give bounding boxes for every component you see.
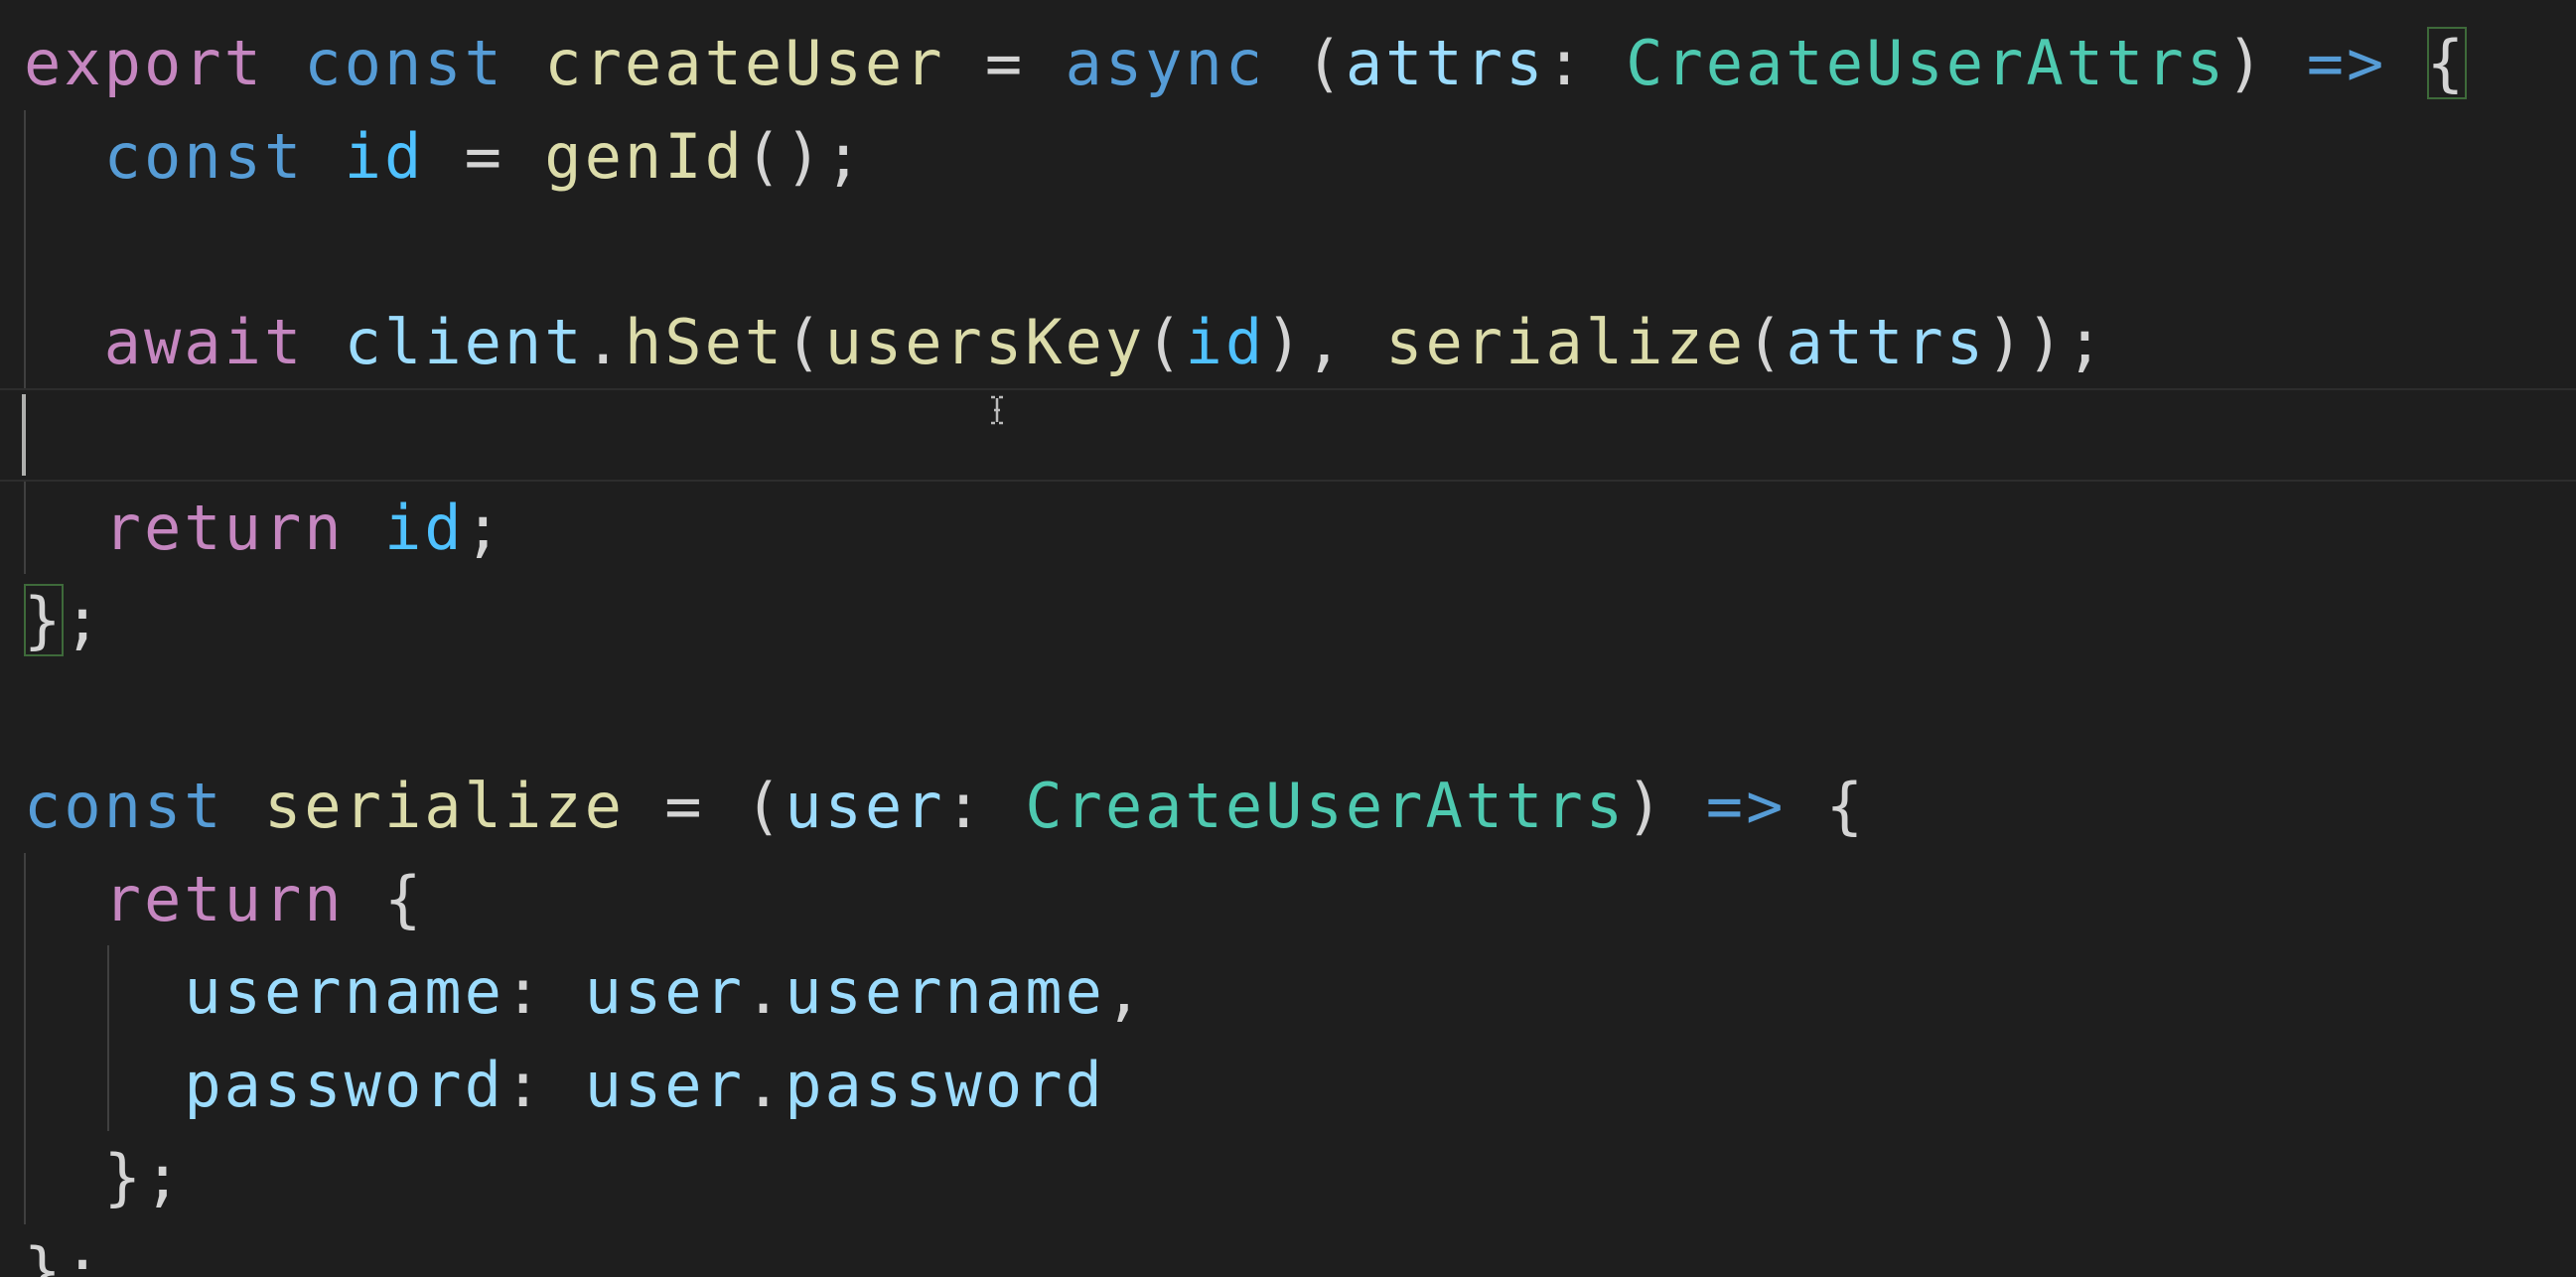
code-token-punct: =: [944, 27, 1066, 99]
code-token-storage: async: [1065, 27, 1306, 99]
code-token-punct: .: [744, 1048, 786, 1121]
code-token-punct: ): [2226, 27, 2307, 99]
code-token-param: attrs: [1786, 305, 1987, 378]
code-line[interactable]: };: [0, 1131, 2576, 1224]
code-line[interactable]: return {: [0, 852, 2576, 945]
code-area[interactable]: export const createUser = async (attrs: …: [0, 17, 2576, 1277]
code-token-punct: = (: [624, 770, 786, 842]
code-line[interactable]: [0, 203, 2576, 296]
code-token-variable: id: [383, 491, 465, 564]
code-token-punct: (: [1305, 27, 1346, 99]
code-token-param: password: [184, 1048, 504, 1121]
code-token-punct: .: [584, 305, 625, 378]
code-token-param: password: [785, 1048, 1105, 1121]
code-token-punct: :: [1545, 27, 1627, 99]
code-line-current[interactable]: [0, 388, 2576, 482]
code-token-param: user: [785, 770, 945, 842]
code-token-punct: ));: [1986, 305, 2107, 378]
code-token-punct: [24, 863, 104, 935]
code-token-function: usersKey: [824, 305, 1146, 378]
indent-guide: [107, 1038, 109, 1131]
code-token-punct: ();: [744, 119, 865, 193]
text-caret: [22, 394, 26, 476]
code-token-punct: (: [785, 305, 825, 378]
code-line[interactable]: password: user.password: [0, 1038, 2576, 1131]
code-token-punct: [24, 955, 184, 1028]
indent-guide: [24, 295, 26, 388]
text-ibeam-cursor-icon: [991, 395, 1003, 425]
code-line[interactable]: [0, 667, 2576, 761]
code-line[interactable]: export const createUser = async (attrs: …: [0, 17, 2576, 110]
code-token-punct: [24, 306, 104, 378]
code-token-storage: =>: [2306, 27, 2387, 99]
code-token-punct: [2386, 27, 2426, 99]
code-token-punct: :: [503, 955, 585, 1028]
code-token-storage: const: [304, 27, 545, 99]
code-token-punct: ): [1626, 770, 1706, 842]
code-token-function: createUser: [544, 27, 945, 99]
indent-guide: [24, 481, 26, 574]
code-token-punct: ;: [64, 584, 104, 656]
code-token-punct: [24, 1049, 184, 1121]
code-token-punct: {: [383, 862, 425, 935]
code-token-punct: ),: [1265, 305, 1386, 378]
code-token-param: client: [344, 305, 585, 378]
code-line[interactable]: };: [0, 1224, 2576, 1277]
code-token-keyword: await: [103, 305, 345, 378]
code-token-function: hSet: [624, 305, 786, 378]
code-token-storage: const: [24, 770, 264, 842]
code-token-punct-bracket-match: }: [24, 584, 65, 656]
code-token-punct: (: [1145, 305, 1186, 378]
code-token-punct: };: [103, 1141, 185, 1213]
code-token-punct: ;: [464, 491, 504, 564]
code-token-keyword: export: [24, 27, 305, 99]
code-token-punct: [24, 492, 104, 564]
code-token-punct: :: [503, 1048, 585, 1121]
code-token-type: CreateUserAttrs: [1025, 770, 1627, 842]
indent-guide: [24, 109, 26, 203]
code-token-type: CreateUserAttrs: [1626, 27, 2227, 99]
indent-guide: [24, 203, 26, 296]
indent-guide: [24, 852, 26, 945]
code-line[interactable]: return id;: [0, 481, 2576, 574]
code-line[interactable]: await client.hSet(usersKey(id), serializ…: [0, 295, 2576, 388]
code-line[interactable]: const serialize = (user: CreateUserAttrs…: [0, 760, 2576, 853]
code-token-punct: .: [744, 955, 786, 1028]
code-token-param: user: [584, 1048, 745, 1121]
indent-guide: [24, 945, 26, 1039]
code-token-punct: ,: [1104, 955, 1146, 1028]
code-token-keyword: return: [103, 491, 384, 564]
code-token-function: serialize: [1385, 305, 1747, 378]
indent-guide: [107, 945, 109, 1039]
code-token-punct: {: [1786, 770, 1867, 842]
code-token-function: genId: [544, 119, 745, 193]
code-token-punct: [24, 120, 104, 193]
indent-guide: [24, 1038, 26, 1131]
code-line[interactable]: username: user.username,: [0, 945, 2576, 1039]
code-token-variable: id: [344, 119, 425, 193]
code-token-storage: const: [103, 119, 345, 193]
code-token-variable: id: [1185, 305, 1266, 378]
code-token-keyword: return: [103, 862, 384, 935]
code-token-punct: [24, 1141, 104, 1213]
code-line[interactable]: const id = genId();: [0, 109, 2576, 203]
code-token-punct-bracket-match: {: [2426, 27, 2468, 99]
code-token-punct: =: [424, 119, 545, 193]
code-token-param: user: [584, 955, 745, 1028]
code-token-punct: };: [24, 1233, 104, 1277]
code-token-storage: =>: [1705, 770, 1787, 842]
code-line[interactable]: };: [0, 574, 2576, 667]
code-editor[interactable]: export const createUser = async (attrs: …: [0, 0, 2576, 1277]
indent-guide: [24, 1131, 26, 1224]
code-token-param: attrs: [1345, 27, 1546, 99]
code-token-param: username: [785, 955, 1105, 1028]
code-token-function: serialize: [263, 770, 625, 842]
code-token-punct: :: [944, 770, 1026, 842]
code-token-param: username: [184, 955, 504, 1028]
code-token-punct: (: [1746, 305, 1787, 378]
